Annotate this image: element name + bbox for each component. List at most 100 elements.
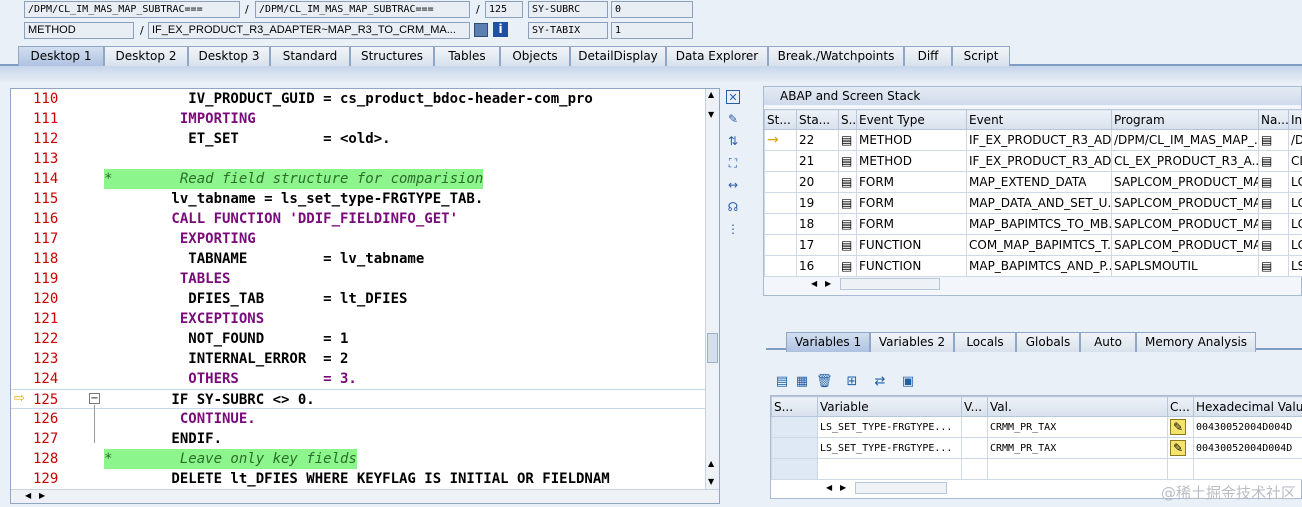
column-header[interactable]: C...	[1167, 396, 1194, 417]
program-field[interactable]: /DPM/CL_IM_MAS_MAP_SUBTRAC===	[24, 1, 240, 18]
event-type-field[interactable]: METHOD	[24, 22, 134, 39]
stack-horizontal-scrollbar[interactable]: ◀ ▶	[811, 278, 940, 290]
change-icon[interactable]: ✎	[1167, 416, 1194, 438]
delete-icon[interactable]: 🗑	[816, 374, 833, 390]
scroll-left-icon[interactable]: ◀	[826, 483, 832, 493]
code-line[interactable]: 112 ET_SET = <old>.	[11, 129, 706, 149]
tab-auto[interactable]: Auto	[1080, 332, 1136, 352]
editor-vertical-scrollbar[interactable]: ▲ ▼ ▲ ▼	[705, 89, 719, 503]
tab-desktop-2[interactable]: Desktop 2	[104, 46, 188, 66]
row-selector[interactable]	[771, 437, 818, 459]
code-line[interactable]: 122 NOT_FOUND = 1	[11, 329, 706, 349]
scroll-right-icon[interactable]: ▶	[39, 491, 45, 500]
row-selector[interactable]	[771, 416, 818, 438]
info-icon[interactable]: i	[493, 22, 508, 37]
column-header[interactable]: Na...	[1258, 109, 1289, 130]
tab-variables-1[interactable]: Variables 1	[786, 332, 870, 352]
code-line[interactable]: 128 * Leave only key fields	[11, 449, 706, 469]
folder-icon[interactable]: ▣	[900, 374, 916, 390]
scroll-up-icon[interactable]: ▲	[708, 90, 714, 99]
column-header[interactable]: Variable	[817, 396, 962, 417]
hierarchy-icon[interactable]: ⊞	[844, 374, 860, 390]
code-line[interactable]: 124 OTHERS = 3.	[11, 369, 706, 389]
column-header[interactable]: V...	[961, 396, 988, 417]
new-tool-icon[interactable]: ✎	[726, 112, 740, 126]
variable-row[interactable]: LS_SET_TYPE-FRGTYPE... CRMM_PR_TAX ✎ 004300…	[771, 416, 1302, 438]
column-header[interactable]: In	[1288, 109, 1302, 130]
code-line[interactable]: 127 ENDIF.	[11, 429, 706, 449]
code-line[interactable]: 117 EXPORTING	[11, 229, 706, 249]
scroll-right-icon[interactable]: ▶	[825, 279, 831, 289]
code-line[interactable]: 116 CALL FUNCTION 'DDIF_FIELDINFO_GET'	[11, 209, 706, 229]
source-code-editor[interactable]: 110 IV_PRODUCT_GUID = cs_product_bdoc-he…	[10, 88, 720, 504]
swap-icon[interactable]: ⇅	[726, 134, 740, 148]
code-line[interactable]: 129 DELETE lt_DFIES WHERE KEYFLAG IS INI…	[11, 469, 706, 489]
code-line[interactable]: 113	[11, 149, 706, 169]
code-line[interactable]: 119 TABLES	[11, 269, 706, 289]
code-line[interactable]: 111 IMPORTING	[11, 109, 706, 129]
tab-script[interactable]: Script	[952, 46, 1010, 66]
column-header[interactable]: Program	[1111, 109, 1259, 130]
scroll-right-icon[interactable]: ▶	[840, 483, 846, 493]
tab-detail-display[interactable]: DetailDisplay	[570, 46, 666, 66]
variables-horizontal-scrollbar[interactable]: ◀ ▶	[826, 482, 947, 494]
tab-desktop-1[interactable]: Desktop 1	[18, 46, 104, 66]
column-header[interactable]: Hexadecimal Value	[1193, 396, 1302, 417]
tab-variables-2[interactable]: Variables 2	[870, 332, 954, 352]
scroll-thumb[interactable]	[707, 333, 718, 363]
tab-diff[interactable]: Diff	[904, 46, 952, 66]
tab-data-explorer[interactable]: Data Explorer	[666, 46, 768, 66]
services-icon[interactable]: ☊	[726, 200, 740, 214]
tab-standard[interactable]: Standard	[270, 46, 350, 66]
collapse-icon[interactable]: −	[89, 393, 100, 404]
change-icon[interactable]	[1167, 458, 1194, 480]
transfer-icon[interactable]: ⇄	[872, 374, 888, 390]
stack-row[interactable]: 19 ▤ FORM MAP_DATA_AND_SET_U... SAPLCOM_PROD…	[764, 192, 1302, 214]
column-header[interactable]: S...	[838, 109, 857, 130]
code-line[interactable]: 118 TABNAME = lv_tabname	[11, 249, 706, 269]
column-header[interactable]: S...	[771, 396, 818, 417]
code-line[interactable]: 121 EXCEPTIONS	[11, 309, 706, 329]
tab-tables[interactable]: Tables	[434, 46, 500, 66]
column-header[interactable]: St...	[764, 109, 797, 130]
scroll-down-icon[interactable]: ▼	[708, 110, 714, 119]
sy-tabix-value[interactable]: 1	[611, 22, 693, 39]
maximize-icon[interactable]: ⛶	[726, 156, 740, 170]
code-line[interactable]: 110 IV_PRODUCT_GUID = cs_product_bdoc-he…	[11, 89, 706, 109]
row-selector[interactable]	[771, 458, 818, 480]
stack-row[interactable]: 18 ▤ FORM MAP_BAPIMTCS_TO_MB... SAPLCOM_PROD…	[764, 213, 1302, 235]
scroll-left-icon[interactable]: ◀	[25, 491, 31, 500]
sy-subrc-value[interactable]: 0	[611, 1, 693, 18]
tab-locals[interactable]: Locals	[954, 332, 1016, 352]
scroll-down-icon[interactable]: ▼	[708, 477, 714, 486]
variable-row[interactable]	[771, 458, 1302, 480]
stack-row[interactable]: 17 ▤ FUNCTION COM_MAP_BAPIMTCS_T... SAPLCOM_…	[764, 234, 1302, 256]
stack-row[interactable]: 21 ▤ METHOD IF_EX_PRODUCT_R3_AD... CL_EX_PRO…	[764, 150, 1302, 172]
tab-desktop-3[interactable]: Desktop 3	[188, 46, 270, 66]
line-field[interactable]: 125	[485, 1, 523, 18]
width-icon[interactable]: ↔	[726, 178, 740, 192]
column-header[interactable]: Val.	[987, 396, 1168, 417]
column-header[interactable]: Event Type	[856, 109, 967, 130]
code-line[interactable]: 123 INTERNAL_ERROR = 2	[11, 349, 706, 369]
tree-icon[interactable]: ⋮	[726, 222, 740, 236]
variable-row[interactable]: LS_SET_TYPE-FRGTYPE... CRMM_PR_TAX ✎ 004300…	[771, 437, 1302, 459]
list-icon[interactable]: ▤	[774, 374, 790, 390]
tab-structures[interactable]: Structures	[350, 46, 434, 66]
change-icon[interactable]: ✎	[1167, 437, 1194, 459]
stack-row[interactable]: 16 ▤ FUNCTION MAP_BAPIMTCS_AND_P... SAPLSMOU…	[764, 255, 1302, 277]
scroll-left-icon[interactable]: ◀	[811, 279, 817, 289]
code-line[interactable]: 126 CONTINUE.	[11, 409, 706, 429]
scroll-up-icon[interactable]: ▲	[708, 459, 714, 468]
stack-row[interactable]: → 22 ▤ METHOD IF_EX_PRODUCT_R3_AD.../DPM/CL_…	[764, 129, 1302, 151]
edit-list-icon[interactable]: ▦	[794, 374, 810, 390]
column-header[interactable]: Sta...	[796, 109, 839, 130]
tab-objects[interactable]: Objects	[500, 46, 570, 66]
column-header[interactable]: Event	[966, 109, 1112, 130]
code-line[interactable]: 115 lv_tabname = ls_set_type-FRGTYPE_TAB…	[11, 189, 706, 209]
tab-breakpoints[interactable]: Break./Watchpoints	[768, 46, 904, 66]
display-icon[interactable]	[474, 23, 488, 37]
tab-memory-analysis[interactable]: Memory Analysis	[1136, 332, 1256, 352]
tab-globals[interactable]: Globals	[1016, 332, 1080, 352]
code-line[interactable]: 120 DFIES_TAB = lt_DFIES	[11, 289, 706, 309]
